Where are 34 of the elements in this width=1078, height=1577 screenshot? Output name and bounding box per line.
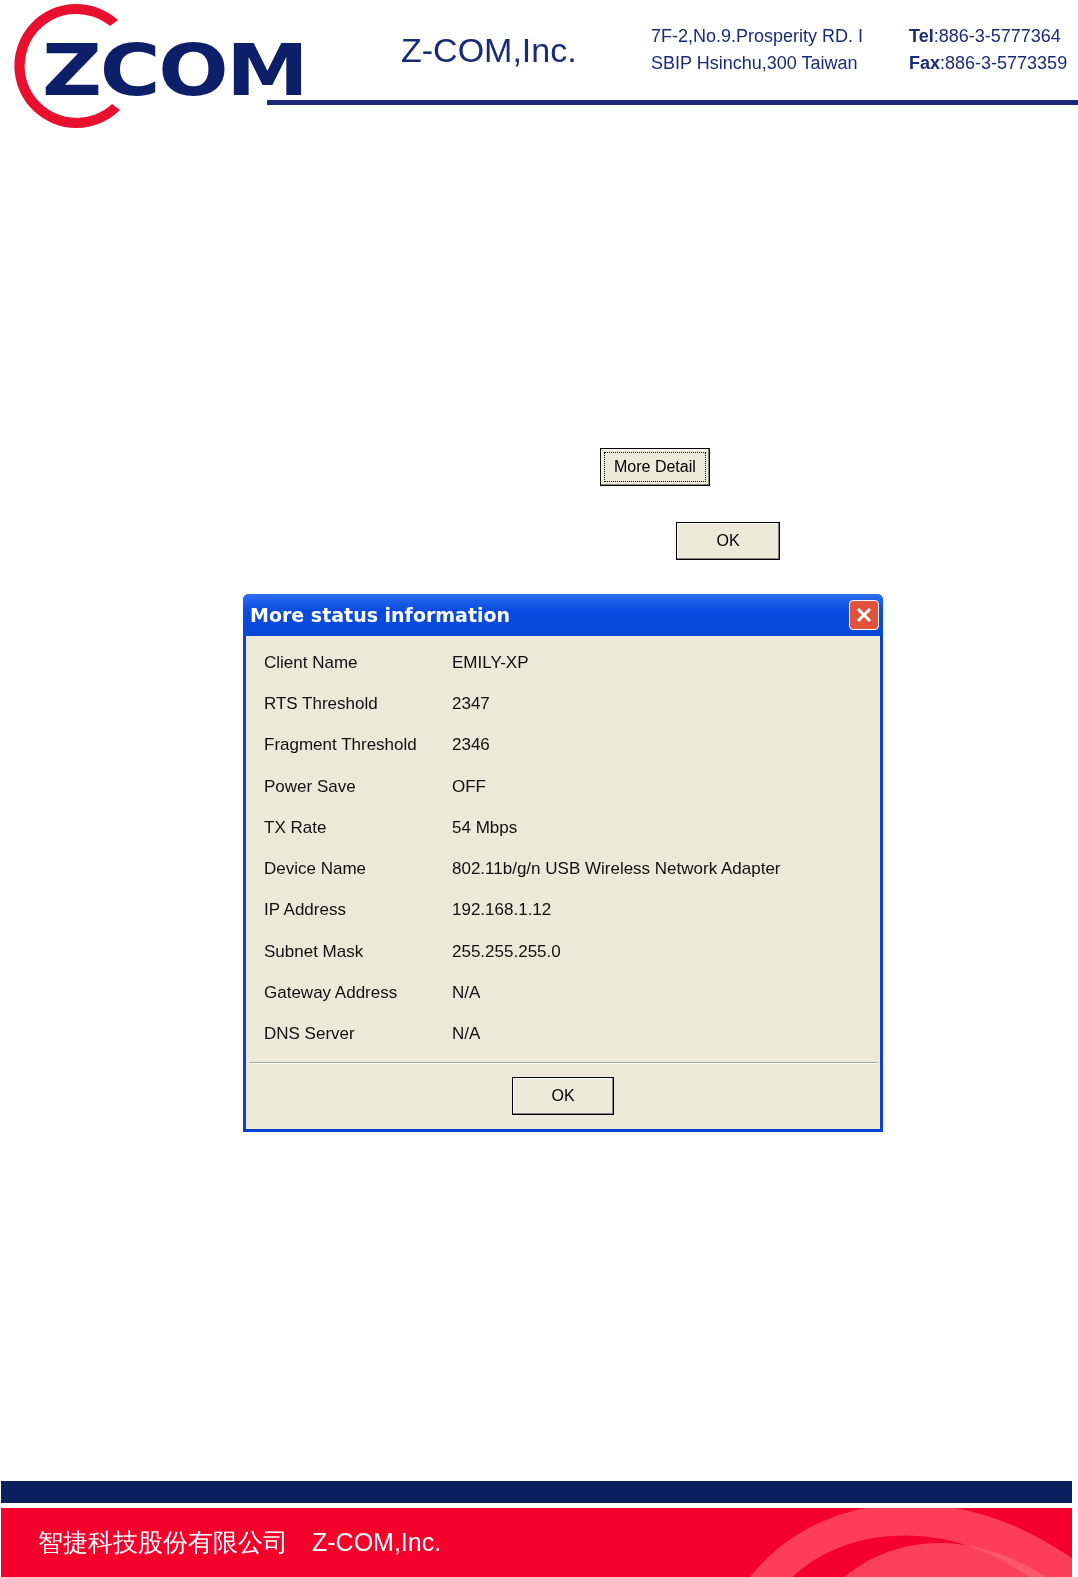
field-value: 54 Mbps xyxy=(452,817,518,838)
field-value: 2347 xyxy=(452,693,490,714)
contact-line: Tel:886-3-5777364 xyxy=(909,26,1062,47)
field-label: TX Rate xyxy=(264,817,328,838)
footer-chinese-name: 智捷科技股份有限公司 xyxy=(38,1527,288,1558)
field-value: 192.168.1.12 xyxy=(452,900,552,921)
field-label: Fragment Threshold xyxy=(264,735,418,756)
address-line: 7F-2,No.9.Prosperity RD. I xyxy=(651,26,865,47)
logo-wordmark: ZCOM xyxy=(42,34,307,106)
field-value: 802.11b/g/n USB Wireless Network Adapter xyxy=(452,859,781,880)
field-value: 2346 xyxy=(452,735,490,756)
field-value: N/A xyxy=(452,1024,481,1045)
field-label: Gateway Address xyxy=(264,983,399,1003)
field-label: IP Address xyxy=(264,900,347,921)
field-label: Subnet Mask xyxy=(264,941,365,962)
more-detail-button[interactable]: More Detail xyxy=(600,448,710,486)
contact-line: Fax:886-3-5773359 xyxy=(909,53,1068,74)
company-name: Z-COM,Inc. xyxy=(401,30,578,70)
field-value: N/A xyxy=(452,983,481,1003)
field-value: 255.255.255.0 xyxy=(452,941,561,962)
field-label: Device Name xyxy=(264,859,368,880)
field-label: DNS Server xyxy=(264,1024,356,1045)
close-icon xyxy=(856,607,872,623)
ok-button[interactable]: OK xyxy=(512,1077,614,1115)
close-button[interactable] xyxy=(849,600,879,630)
field-value: OFF xyxy=(452,776,486,797)
dialog-title: More status information xyxy=(250,604,511,626)
address-line: SBIP Hsinchu,300 Taiwan xyxy=(651,53,859,74)
footer-company-name: Z-COM,Inc. xyxy=(312,1528,442,1557)
field-label: RTS Threshold xyxy=(264,693,379,714)
ok-button[interactable]: OK xyxy=(676,522,780,560)
field-label: Client Name xyxy=(264,652,359,673)
field-value: EMILY-XP xyxy=(452,652,529,673)
field-label: Power Save xyxy=(264,776,357,797)
